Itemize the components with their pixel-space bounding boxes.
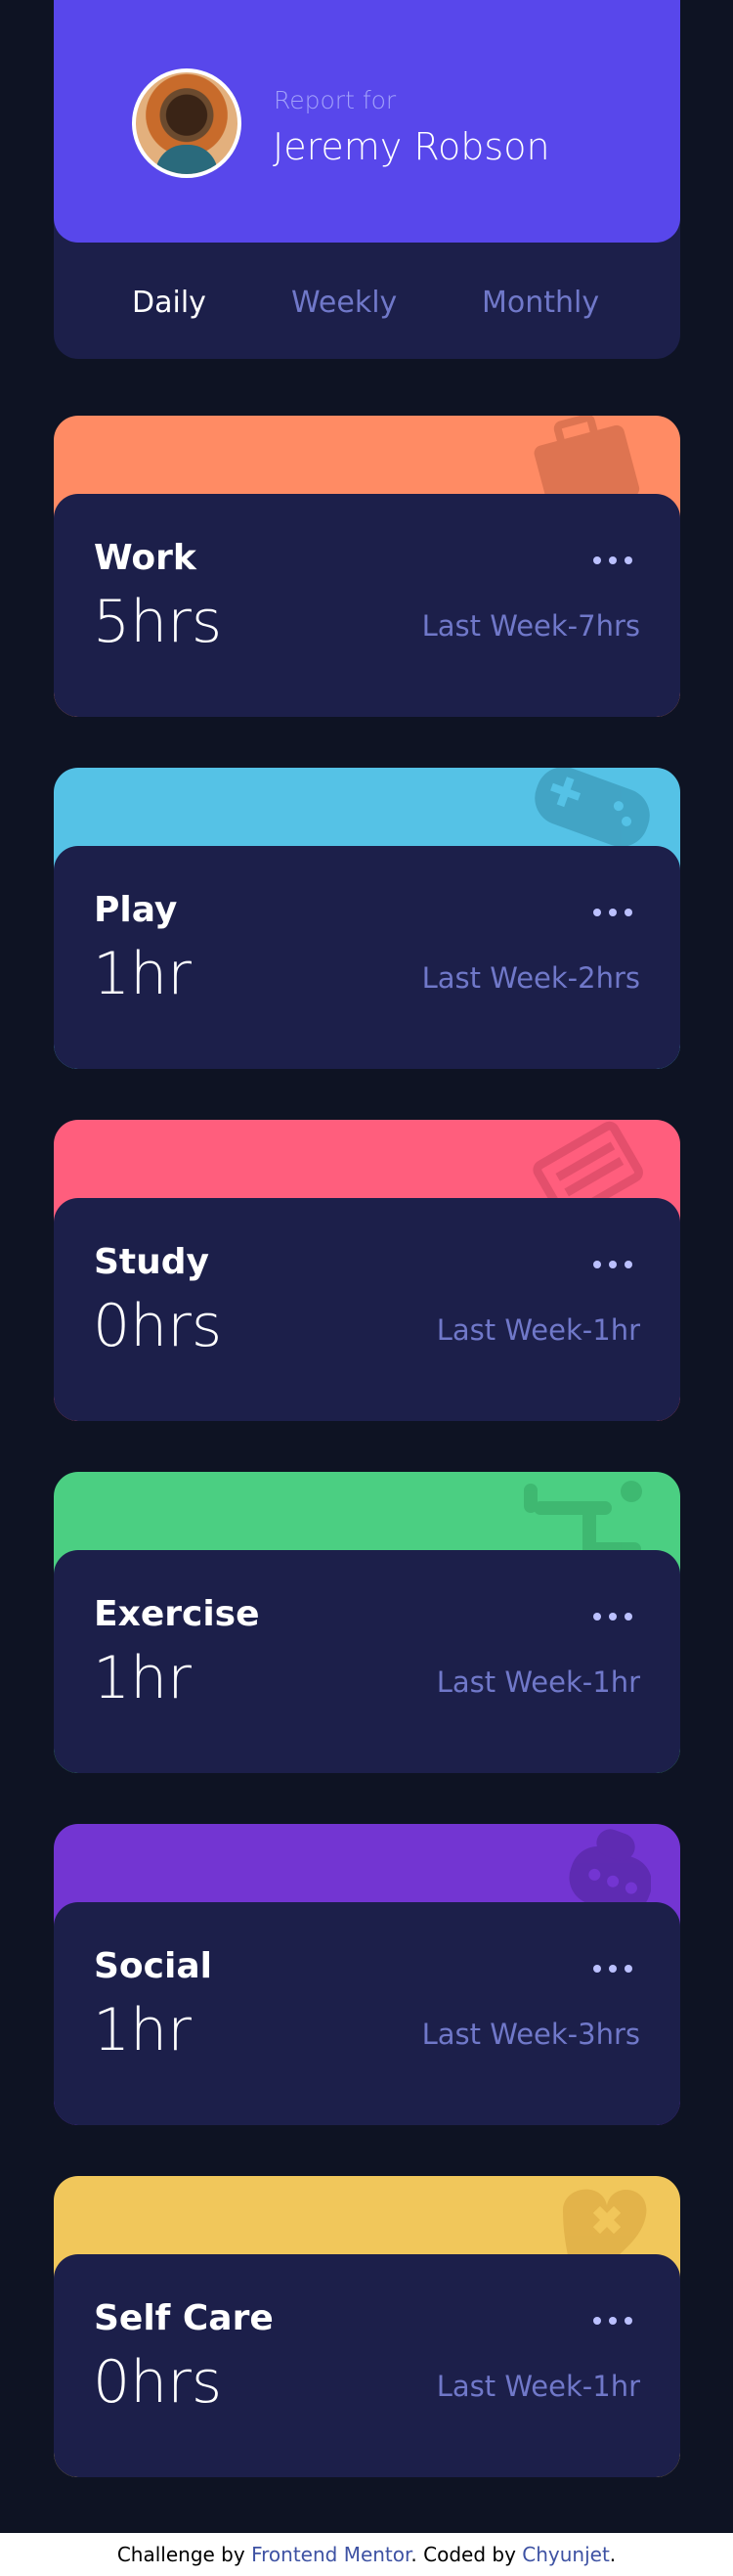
user-name: Jeremy Robson <box>273 125 550 168</box>
tab-monthly[interactable]: Monthly <box>482 286 599 320</box>
card-hours: 1hr <box>93 1996 192 2065</box>
card-last-week: Last Week-1hr <box>436 1313 640 1347</box>
card-title: Social <box>94 1946 212 1986</box>
tab-weekly[interactable]: Weekly <box>291 286 397 320</box>
author-link[interactable]: Chyunjet <box>522 2543 610 2566</box>
card-title: Play <box>94 890 178 930</box>
profile-header: Report for Jeremy Robson <box>54 0 680 243</box>
card-hours: 1hr <box>93 1644 192 1712</box>
frontend-mentor-link[interactable]: Frontend Mentor <box>251 2543 410 2566</box>
card-body[interactable]: Social 1hr Last Week-3hrs <box>54 1902 680 2125</box>
card-exercise: Exercise 1hr Last Week-1hr <box>54 1472 680 1773</box>
card-body[interactable]: Self Care 0hrs Last Week-1hr <box>54 2254 680 2477</box>
card-work: Work 5hrs Last Week-7hrs <box>54 416 680 717</box>
card-self-care: Self Care 0hrs Last Week-1hr <box>54 2176 680 2477</box>
card-last-week: Last Week-2hrs <box>421 961 640 995</box>
card-title: Work <box>94 538 196 578</box>
card-body[interactable]: Work 5hrs Last Week-7hrs <box>54 494 680 717</box>
card-study: Study 0hrs Last Week-1hr <box>54 1120 680 1421</box>
card-last-week: Last Week-3hrs <box>421 2018 640 2051</box>
more-options-icon[interactable] <box>593 1963 636 1975</box>
card-last-week: Last Week-1hr <box>436 2370 640 2403</box>
card-body[interactable]: Exercise 1hr Last Week-1hr <box>54 1550 680 1773</box>
card-play: Play 1hr Last Week-2hrs <box>54 768 680 1069</box>
more-options-icon[interactable] <box>593 2315 636 2327</box>
card-body[interactable]: Play 1hr Last Week-2hrs <box>54 846 680 1069</box>
card-hours: 0hrs <box>93 2348 223 2417</box>
card-title: Study <box>94 1242 210 1282</box>
attribution-footer: Challenge by Frontend Mentor. Coded by C… <box>0 2543 733 2566</box>
more-options-icon[interactable] <box>593 555 636 566</box>
report-for-label: Report for <box>274 86 397 114</box>
card-title: Exercise <box>94 1594 260 1634</box>
footer-prefix: Challenge by <box>116 2543 252 2566</box>
more-options-icon[interactable] <box>593 1611 636 1622</box>
card-social: Social 1hr Last Week-3hrs <box>54 1824 680 2125</box>
card-last-week: Last Week-1hr <box>436 1666 640 1699</box>
avatar <box>132 68 241 178</box>
footer-middle: . Coded by <box>410 2543 523 2566</box>
card-hours: 5hrs <box>93 588 223 656</box>
card-hours: 0hrs <box>93 1292 223 1360</box>
card-title: Self Care <box>94 2298 274 2338</box>
card-body[interactable]: Study 0hrs Last Week-1hr <box>54 1198 680 1421</box>
card-hours: 1hr <box>93 940 192 1008</box>
more-options-icon[interactable] <box>593 907 636 918</box>
footer-suffix: . <box>609 2543 617 2566</box>
card-last-week: Last Week-7hrs <box>421 609 640 643</box>
tab-daily[interactable]: Daily <box>132 286 206 320</box>
more-options-icon[interactable] <box>593 1259 636 1270</box>
profile-card: Report for Jeremy Robson Daily Weekly Mo… <box>54 0 680 359</box>
